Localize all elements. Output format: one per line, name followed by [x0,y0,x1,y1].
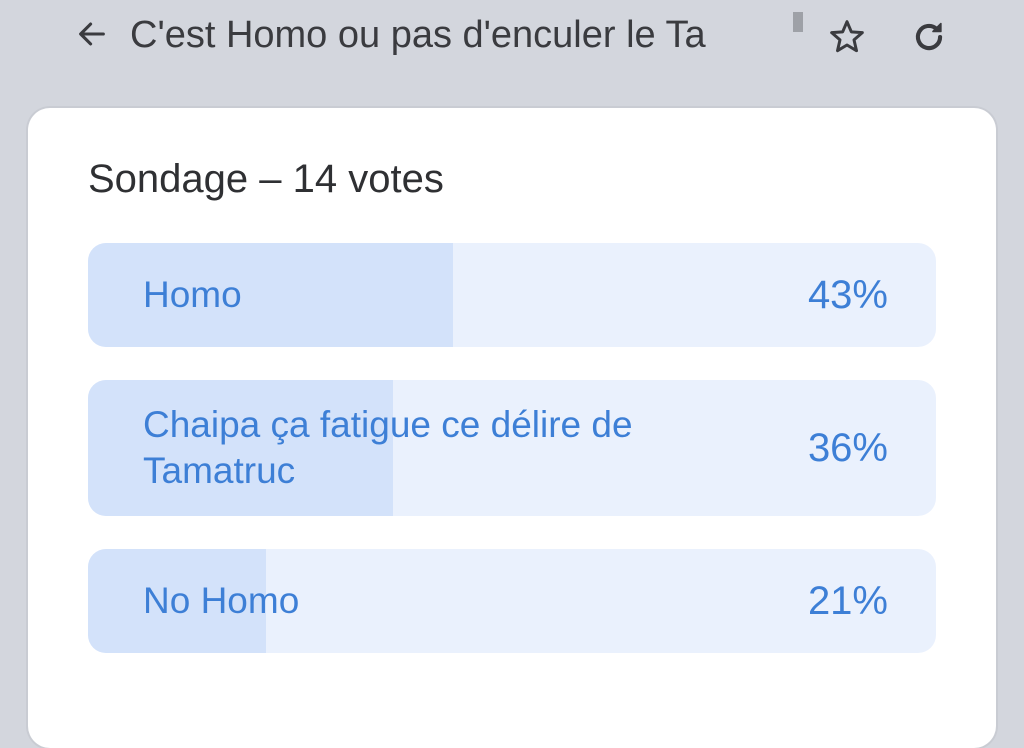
poll-option-percent: 21% [807,578,888,623]
poll-card: Sondage – 14 votes Homo 43% Chaipa ça fa… [28,108,996,748]
poll-option-percent: 43% [807,272,888,317]
poll-option-label: Chaipa ça fatigue ce délire de Tamatruc [143,404,633,491]
poll-option-label: Homo [143,274,242,315]
back-button[interactable] [72,14,112,54]
favorite-button[interactable] [824,14,870,60]
page-title: C'est Homo ou pas d'enculer le Ta [130,14,706,56]
refresh-icon [915,22,943,51]
poll-option-label: No Homo [143,580,300,621]
poll-option-chaipa[interactable]: Chaipa ça fatigue ce délire de Tamatruc … [88,380,936,516]
poll-option-homo[interactable]: Homo 43% [88,243,936,347]
refresh-button[interactable] [906,14,952,60]
title-scroll-indicator [793,12,803,32]
arrow-left-icon [79,22,105,46]
poll-option-percent: 36% [807,425,888,470]
poll-option-no-homo[interactable]: No Homo 21% [88,549,936,653]
star-outline-icon [830,20,864,53]
top-bar: C'est Homo ou pas d'enculer le Ta [0,0,1024,90]
poll-title: Sondage – 14 votes [88,157,444,201]
